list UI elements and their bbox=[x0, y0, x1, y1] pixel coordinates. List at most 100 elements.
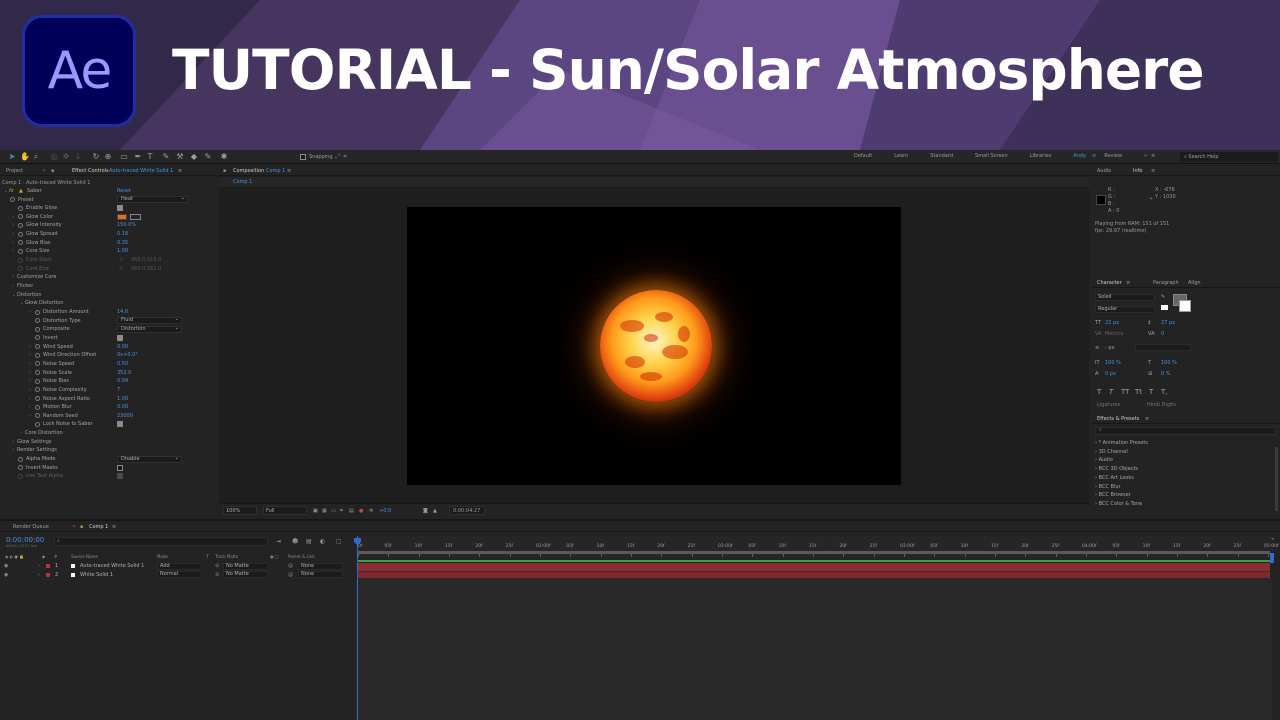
stopwatch-icon[interactable] bbox=[18, 222, 23, 228]
all-caps-button[interactable]: TT bbox=[1121, 388, 1129, 396]
orbit-tool-icon[interactable]: ◎ bbox=[50, 153, 58, 161]
track-matte-icon[interactable]: ⊘ bbox=[215, 572, 219, 578]
preset-category[interactable]: › * Animation Presets bbox=[1095, 440, 1148, 446]
parent-select[interactable]: None bbox=[298, 562, 343, 570]
rectangle-tool-icon[interactable]: ▭ bbox=[120, 153, 128, 161]
snapping-toggle[interactable]: Snapping ⤢ ⌗ bbox=[300, 153, 347, 161]
effect-param-row[interactable]: › Noise Scale 352.0 bbox=[0, 369, 217, 377]
stopwatch-icon[interactable] bbox=[35, 378, 40, 384]
disclosure-icon[interactable]: › bbox=[29, 412, 31, 420]
anchor-tool-icon[interactable]: ⊕ bbox=[104, 153, 112, 161]
workspace-menu-icon[interactable]: ≡ bbox=[1092, 153, 1096, 159]
stopwatch-icon[interactable] bbox=[18, 205, 23, 211]
stopwatch-icon[interactable] bbox=[35, 404, 40, 410]
eyedropper-icon[interactable]: ✎ bbox=[1161, 294, 1165, 300]
presets-search-input[interactable]: ⌕ bbox=[1095, 427, 1276, 435]
zoom-select[interactable]: 100% bbox=[223, 506, 257, 515]
workspace-libraries[interactable]: Libraries bbox=[1030, 153, 1052, 159]
preset-category[interactable]: › 3D Channel bbox=[1095, 449, 1128, 455]
param-value[interactable]: 7 bbox=[117, 386, 120, 394]
effect-param-row[interactable]: Invert Masks bbox=[0, 464, 217, 472]
exposure-value[interactable]: +0.0 bbox=[379, 508, 391, 514]
param-value[interactable]: 0.18 bbox=[117, 230, 128, 238]
close-tab-icon[interactable]: ✕ bbox=[42, 168, 46, 174]
snap-options-icon[interactable]: ⤢ bbox=[336, 153, 341, 161]
workspace-learn[interactable]: Learn bbox=[894, 153, 908, 159]
effect-param-row[interactable]: › Glow Settings bbox=[0, 438, 217, 446]
stopwatch-icon[interactable] bbox=[18, 473, 23, 479]
composition-viewer[interactable] bbox=[407, 207, 901, 485]
stopwatch-icon[interactable] bbox=[18, 266, 23, 272]
glow-color-swatch[interactable] bbox=[117, 213, 127, 220]
effect-param-row[interactable]: › Flicker bbox=[0, 282, 217, 290]
zoom-tool-icon[interactable]: ⌕ bbox=[32, 153, 40, 161]
effect-param-row[interactable]: Alpha Mode Disable ⌄ bbox=[0, 455, 217, 463]
white-swatch[interactable] bbox=[1161, 305, 1168, 310]
pickwhip-icon[interactable]: @ bbox=[288, 563, 293, 569]
stopwatch-icon[interactable] bbox=[35, 413, 40, 419]
font-size-value[interactable]: 22 px bbox=[1105, 320, 1119, 326]
tab-audio[interactable]: Audio bbox=[1097, 168, 1111, 174]
effect-param-row[interactable]: Invert bbox=[0, 334, 217, 342]
stopwatch-icon[interactable] bbox=[35, 361, 40, 367]
disclosure-icon[interactable]: › bbox=[12, 446, 14, 454]
effect-param-row[interactable]: › Wind Direction Offset 0x+0.0° bbox=[0, 351, 217, 359]
track-matte-select[interactable]: No Matte bbox=[223, 571, 268, 578]
layer-row[interactable]: ◉ › 2 White Solid 1 Normal ⊘ No Matte @ None bbox=[0, 571, 352, 579]
effect-param-row[interactable]: › Glow Intensity 150.0% bbox=[0, 221, 217, 229]
stroke-color-swatch[interactable] bbox=[1179, 300, 1191, 312]
character-menu-icon[interactable]: ≡ bbox=[1126, 280, 1130, 286]
disclosure-icon[interactable]: › bbox=[29, 351, 31, 359]
col-mode[interactable]: Mode bbox=[157, 554, 168, 559]
preset-category[interactable]: › BCC Browser bbox=[1095, 492, 1131, 498]
param-value[interactable]: 150.0% bbox=[117, 221, 136, 229]
effect-param-row[interactable]: › Wind Speed 0.00 bbox=[0, 343, 217, 351]
effect-param-row[interactable]: › Noise Complexity 7 bbox=[0, 386, 217, 394]
param-value[interactable]: 960.0,918.0 bbox=[131, 256, 161, 264]
param-value[interactable]: 352.0 bbox=[117, 369, 131, 377]
fx-icon[interactable]: fx bbox=[9, 187, 14, 195]
disclosure-icon[interactable]: › bbox=[29, 360, 31, 368]
crosshair-icon[interactable]: ⊕ bbox=[119, 265, 123, 273]
workspace-small-screen[interactable]: Small Screen bbox=[975, 153, 1008, 159]
snapping-checkbox[interactable] bbox=[300, 154, 306, 160]
effect-param-row[interactable]: ⌄ Glow Distortion bbox=[0, 299, 217, 307]
show-snapshot-icon[interactable]: ▲ bbox=[433, 508, 437, 514]
effect-param-row[interactable]: › Glow Bias 0.35 bbox=[0, 239, 217, 247]
parent-select[interactable]: None bbox=[298, 571, 343, 578]
disclosure-icon[interactable]: › bbox=[29, 403, 31, 411]
current-timecode[interactable]: 0:00:00:00 bbox=[6, 536, 44, 544]
clone-tool-icon[interactable]: ⚒ bbox=[176, 153, 184, 161]
tracking-value[interactable]: 0 bbox=[1161, 331, 1164, 337]
expand-icon[interactable]: › bbox=[38, 563, 40, 569]
presets-menu-icon[interactable]: ≡ bbox=[1145, 416, 1149, 422]
param-value[interactable]: 0.50 bbox=[117, 360, 128, 368]
blend-mode-select[interactable]: Normal bbox=[157, 571, 202, 578]
tsume-value[interactable]: 0 % bbox=[1161, 371, 1171, 377]
layer-name[interactable]: Auto-traced White Solid 1 bbox=[80, 563, 144, 569]
track-matte-icon[interactable]: ⊘ bbox=[215, 563, 219, 569]
tab-composition[interactable]: Composition bbox=[233, 168, 264, 174]
edit-workspaces-icon[interactable]: ≡ bbox=[1151, 153, 1155, 159]
param-value[interactable]: 23000 bbox=[117, 412, 133, 420]
stopwatch-icon[interactable] bbox=[35, 326, 40, 332]
disclosure-icon[interactable]: › bbox=[12, 438, 14, 446]
effect-param-row[interactable]: Preset Heat ⌄ bbox=[0, 196, 217, 204]
disclosure-icon[interactable]: › bbox=[29, 386, 31, 394]
brush-tool-icon[interactable]: ✎ bbox=[162, 153, 170, 161]
stopwatch-icon[interactable] bbox=[18, 231, 23, 237]
layer-name[interactable]: White Solid 1 bbox=[80, 572, 113, 578]
leading-value[interactable]: 27 px bbox=[1161, 320, 1175, 326]
effect-param-row[interactable]: › Noise Aspect Ratio 1.00 bbox=[0, 395, 217, 403]
channel-icon[interactable]: ▤ bbox=[349, 508, 354, 514]
param-dropdown[interactable]: Fluid ⌄ bbox=[117, 317, 182, 325]
time-ruler[interactable]: 0f 05f 10f 15f 20f 25f 01:00f 05f 10f 15f 20f 25f 02… bbox=[356, 536, 1279, 558]
effect-param-row[interactable]: Core Start ⊕ 960.0,918.0 bbox=[0, 256, 217, 264]
mask-visibility-icon[interactable]: ▭ bbox=[331, 508, 336, 514]
tab-info[interactable]: Info bbox=[1133, 168, 1142, 174]
stopwatch-icon[interactable] bbox=[18, 465, 23, 471]
color-management-icon[interactable]: ● bbox=[359, 508, 363, 514]
tab-effect-controls[interactable]: Effect Controls bbox=[72, 168, 109, 174]
col-track-matte[interactable]: Track Matte bbox=[215, 554, 238, 559]
layer-label-color[interactable] bbox=[45, 571, 51, 578]
